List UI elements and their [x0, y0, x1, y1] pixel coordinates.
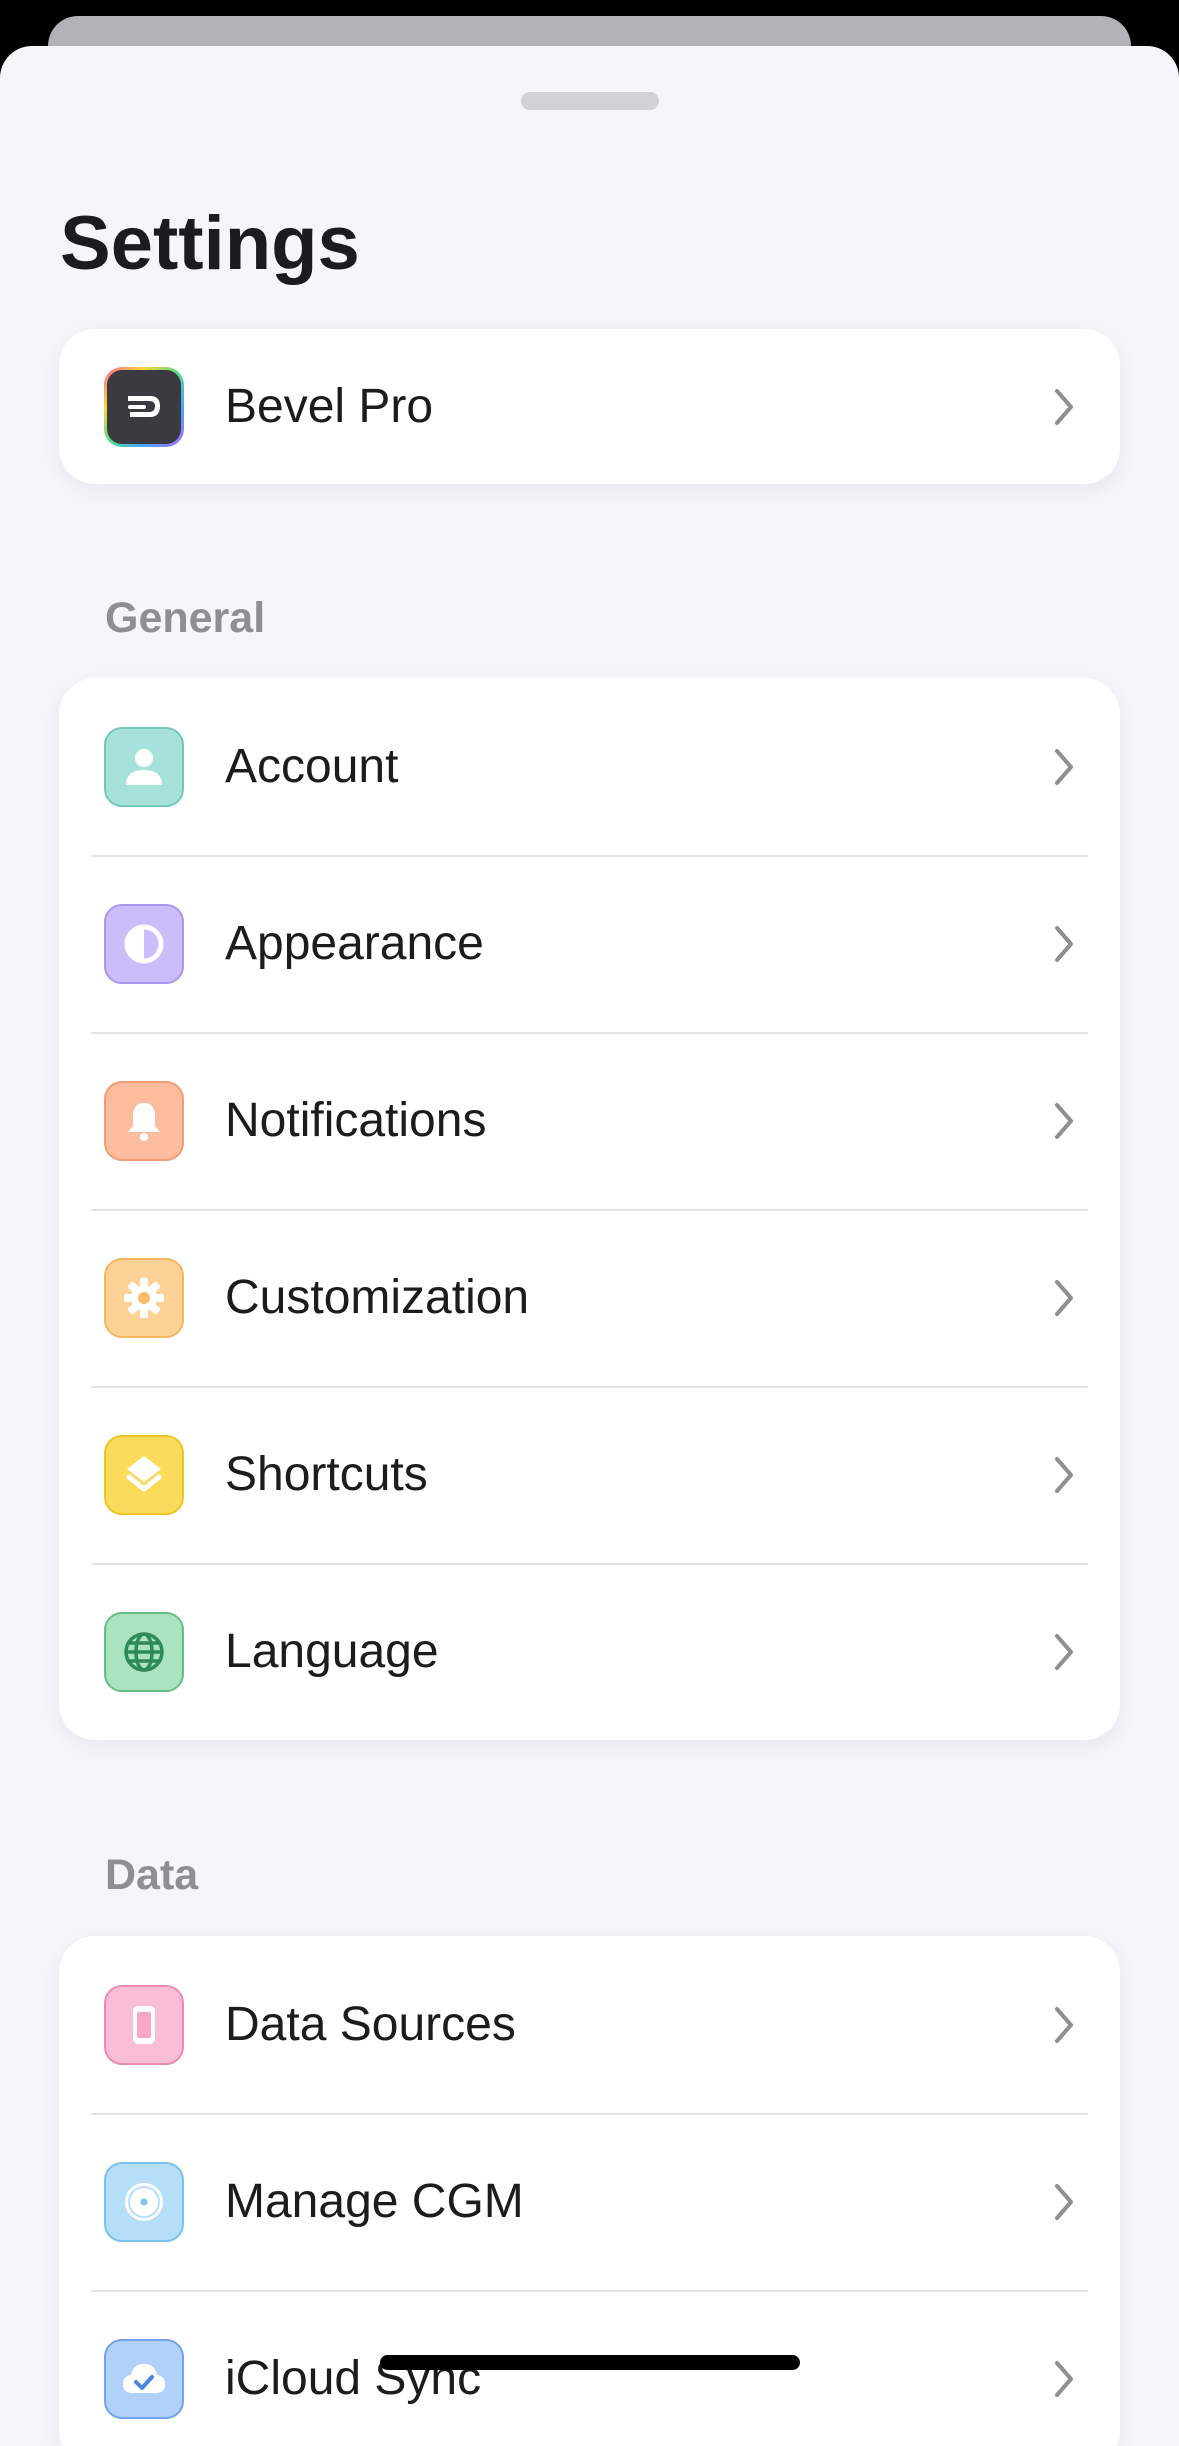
gear-icon — [104, 1257, 184, 1338]
sheet-grabber[interactable] — [521, 92, 659, 110]
chevron-right-icon — [1055, 2183, 1073, 2220]
general-section-heading: General — [105, 594, 266, 642]
chevron-right-icon — [1055, 1102, 1073, 1139]
chevron-right-icon — [1055, 748, 1073, 785]
globe-icon — [104, 1611, 184, 1692]
row-label: Notifications — [225, 1094, 487, 1147]
settings-row-appearance[interactable]: Appearance — [59, 855, 1120, 1032]
bevel-pro-label: Bevel Pro — [225, 380, 434, 433]
settings-row-account[interactable]: Account — [59, 678, 1120, 855]
phone-icon — [104, 1984, 184, 2065]
row-label: Language — [225, 1625, 439, 1678]
settings-row-language[interactable]: Language — [59, 1563, 1120, 1740]
settings-row-data-sources[interactable]: Data Sources — [59, 1936, 1120, 2113]
sensor-icon — [104, 2161, 184, 2242]
row-label: Data Sources — [225, 1998, 516, 2051]
chevron-right-icon — [1055, 1633, 1073, 1670]
settings-row-notifications[interactable]: Notifications — [59, 1032, 1120, 1209]
row-label: Shortcuts — [225, 1448, 428, 1501]
person-icon — [104, 726, 184, 807]
row-label: Manage CGM — [225, 2175, 524, 2228]
home-indicator[interactable] — [380, 2355, 800, 2370]
settings-sheet: Settings Bevel Pro General Account Appea… — [0, 46, 1179, 2446]
pro-card: Bevel Pro — [59, 329, 1120, 484]
chevron-right-icon — [1055, 2360, 1073, 2397]
chevron-right-icon — [1055, 1456, 1073, 1493]
half-circle-icon — [104, 903, 184, 984]
row-label: Account — [225, 740, 399, 793]
row-label: Customization — [225, 1271, 530, 1324]
layers-icon — [104, 1434, 184, 1515]
bevel-pro-row[interactable]: Bevel Pro — [59, 329, 1120, 484]
settings-row-customization[interactable]: Customization — [59, 1209, 1120, 1386]
bell-icon — [104, 1080, 184, 1161]
page-title: Settings — [60, 201, 360, 286]
data-section-heading: Data — [105, 1851, 199, 1899]
settings-row-shortcuts[interactable]: Shortcuts — [59, 1386, 1120, 1563]
chevron-right-icon — [1055, 1279, 1073, 1316]
row-label: Appearance — [225, 917, 484, 970]
settings-row-manage-cgm[interactable]: Manage CGM — [59, 2113, 1120, 2290]
chevron-right-icon — [1055, 2006, 1073, 2043]
general-card: Account Appearance Notifications Customi… — [59, 678, 1120, 1740]
chevron-right-icon — [1055, 388, 1073, 425]
chevron-right-icon — [1055, 925, 1073, 962]
bevel-logo-icon — [104, 367, 184, 447]
cloud-check-icon — [104, 2338, 184, 2419]
